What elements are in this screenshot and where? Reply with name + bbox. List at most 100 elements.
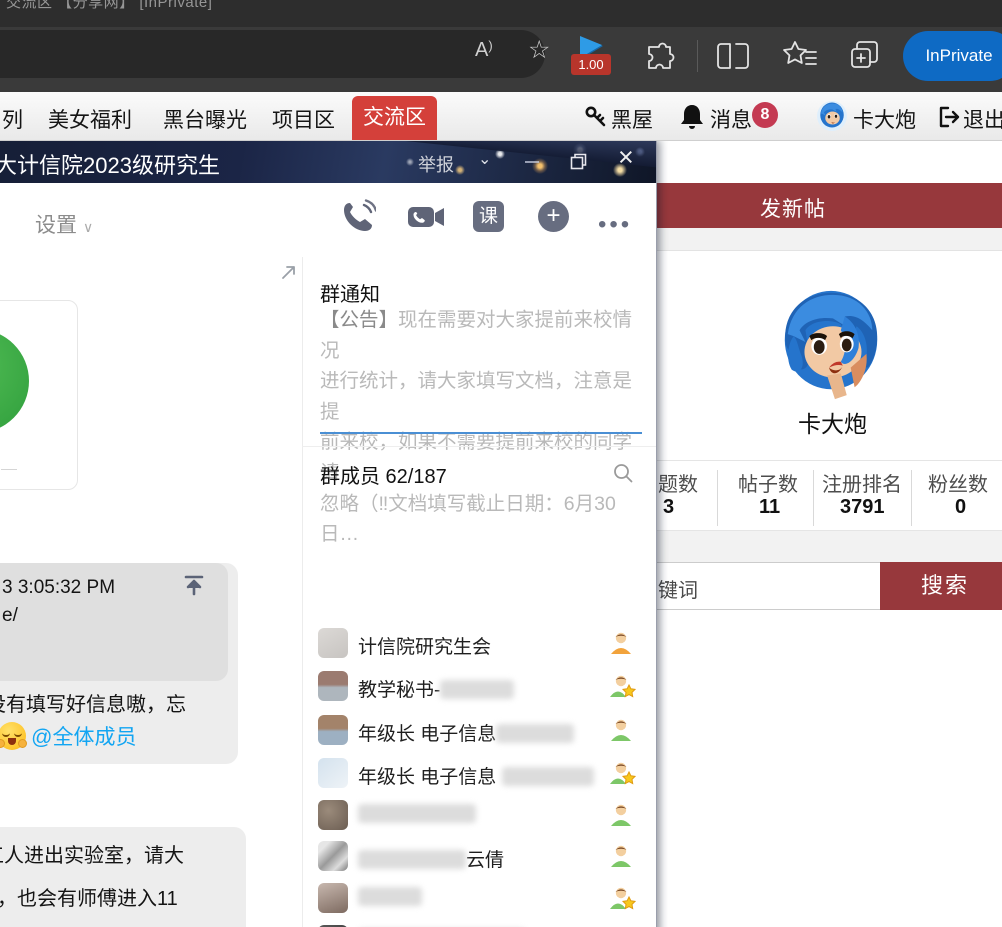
nav-item[interactable]: 黑台曝光 [163,104,247,134]
divider [302,257,303,927]
member-row[interactable]: 云倩 [312,841,642,877]
divider [717,470,718,526]
chevron-down-icon[interactable]: ⌄ [478,149,491,169]
message-text: ，也会有师傅进入11 [0,882,178,911]
profile-avatar[interactable] [772,285,890,403]
member-row[interactable] [312,800,642,836]
nav-item[interactable]: 项目区 [272,104,335,134]
stat-value: 11 [759,496,780,519]
divider [697,40,698,72]
add-icon[interactable]: + [538,201,569,232]
member-avatar [318,715,348,745]
member-row[interactable]: 年级长 电子信息 [312,715,642,751]
chevron-down-icon: ∨ [83,219,93,235]
nav-blackroom-link[interactable]: 黑屋 [611,104,653,134]
new-post-button[interactable]: 发新帖 [760,193,826,223]
qq-group-window: 大计信院2023级研究生 举报 ⌄ × 设置∨ 课 + [0,140,657,927]
stat-value: 3 [663,496,674,519]
member-row[interactable] [312,883,642,919]
divider [1,469,17,470]
quote-text: 3 3:05:32 PM [2,577,115,599]
chat-bubble: 3 3:05:32 PM e/ 没有填写好信息嗷，忘 改 [0,563,238,764]
divider [302,446,656,447]
link-preview-card[interactable] [0,300,78,490]
browser-tab-title[interactable]: 交流区 【分享网】 [InPrivate] [6,0,212,12]
browser-toolbar: A) ☆ 1.00 InPrivate [0,27,1002,92]
stat-value: 3791 [840,496,885,519]
collections-add-icon[interactable] [848,39,882,73]
nav-logout-link[interactable]: 退出 [963,104,1002,134]
message-text: 改 @全体成员 [0,721,136,751]
notice-link-underline [320,432,642,434]
report-button[interactable]: 举报 [418,151,454,177]
address-bar[interactable] [0,30,545,78]
search-button[interactable]: 搜索 [880,562,1002,610]
mention-all-link[interactable]: @全体成员 [31,726,136,749]
quote-text: e/ [2,605,18,627]
member-avatar [318,671,348,701]
message-count-badge: 8 [752,102,778,128]
favorites-list-icon[interactable] [782,40,818,72]
member-level-icon [608,802,634,828]
stat-label: 帖子数 [738,468,798,497]
read-aloud-icon[interactable]: A) [475,39,493,62]
favorite-star-icon[interactable]: ☆ [528,35,550,65]
qq-body: 9 PM 3 3:05:32 PM e/ 没有填写好信息嗷，忘 改 [0,257,656,927]
group-notice-title: 群通知 [320,278,380,307]
band [600,228,1002,251]
course-icon[interactable]: 课 [473,201,504,232]
qq-titlebar[interactable]: 大计信院2023级研究生 举报 ⌄ × [0,140,656,183]
settings-menu[interactable]: 设置∨ [35,209,93,239]
user-avatar[interactable] [817,101,847,131]
nav-username[interactable]: 卡大炮 [853,104,916,134]
minimize-icon[interactable] [525,161,539,163]
close-icon[interactable]: × [618,142,634,173]
voice-call-icon[interactable] [340,199,376,235]
member-level-admin-icon [608,673,636,699]
group-notice-text[interactable]: 【公告】现在需要对大家提前来校情况进行统计，请大家填写文档，注意是提前来校，如果… [320,305,645,550]
chat-bubble: 工人进出实验室，请大 ，也会有师傅进入11 [0,827,246,927]
video-call-icon[interactable] [406,199,446,235]
stat-label: 注册排名 [822,468,902,497]
member-level-admin-icon [608,760,636,786]
maximize-icon[interactable] [570,153,587,170]
search-icon[interactable] [612,462,634,484]
split-screen-icon[interactable] [716,41,750,71]
profile-name: 卡大炮 [655,405,1002,439]
member-count-header: 群成员 62/187 [320,460,447,489]
key-icon [584,105,608,129]
browser-tab-strip: 交流区 【分享网】 [InPrivate] [0,0,1002,27]
band [600,531,1002,562]
nav-item-active[interactable]: 交流区 [352,96,437,140]
screen: 发新帖 卡大炮 主题数 3 帖子数 11 注册排名 [0,0,1002,927]
member-avatar [318,758,348,788]
nav-item-clipped[interactable]: 列 [2,104,23,134]
divider [610,460,1002,461]
divider [813,470,814,526]
logout-icon [936,105,960,129]
pin-to-top-icon[interactable] [182,573,206,597]
bell-icon [679,103,705,131]
search-input-text: 键词 [658,574,698,603]
nav-messages-link[interactable]: 消息 [710,104,752,134]
forum-nav-bar: 列 美女福利 黑台曝光 项目区 交流区 黑屋 消息 8 卡大炮 [0,92,1002,141]
message-text: 工人进出实验室，请大 [0,839,184,868]
message-text: 没有填写好信息嗷，忘 [0,688,186,717]
member-level-owner-icon [608,630,634,656]
member-row[interactable]: 计信院研究生会 [312,628,642,664]
crying-emoji [0,722,26,750]
member-avatar [318,883,348,913]
nav-item[interactable]: 美女福利 [48,104,132,134]
stat-label: 粉丝数 [928,468,988,497]
collapse-panel-icon[interactable] [280,263,298,281]
more-icon[interactable]: ••• [598,211,632,239]
member-avatar [318,628,348,658]
notice-tag: 【公告】 [320,309,398,331]
qq-toolbar: 设置∨ 课 + ••• [0,183,656,258]
inprivate-button[interactable]: InPrivate [903,31,1002,81]
extensions-puzzle-icon[interactable] [643,40,677,74]
member-row[interactable]: 教学秘书- [312,671,642,707]
member-row[interactable]: 年级长 电子信息 [312,758,642,794]
extension-badge: 1.00 [571,54,611,75]
green-file-icon [0,329,29,433]
